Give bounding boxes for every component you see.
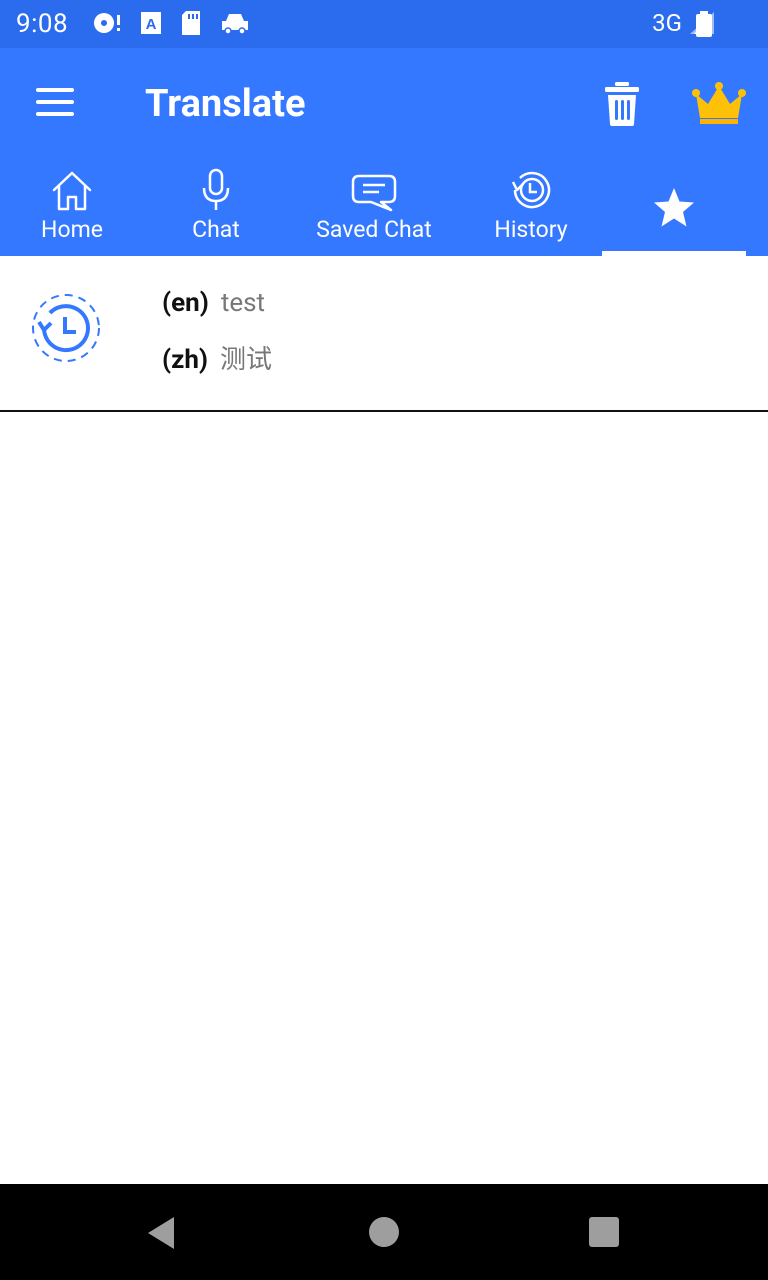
tab-label-saved-chat: Saved Chat xyxy=(316,216,432,243)
tab-chat[interactable]: Chat xyxy=(144,168,288,256)
home-icon xyxy=(52,171,92,211)
status-time: 9:08 xyxy=(16,9,69,39)
notification-icons: A xyxy=(92,10,250,36)
target-line: (zh) 测试 xyxy=(162,339,272,376)
tab-bar: Home Chat Saved Chat History xyxy=(0,168,768,256)
tab-saved-chat[interactable]: Saved Chat xyxy=(288,168,460,256)
menu-icon[interactable] xyxy=(36,88,76,118)
tab-history[interactable]: History xyxy=(460,168,602,256)
battery-icon xyxy=(696,11,712,37)
status-bar: 9:08 A 3G xyxy=(0,0,768,48)
tab-favorites[interactable] xyxy=(602,168,746,256)
tab-home[interactable]: Home xyxy=(0,168,144,256)
media-notification-icon xyxy=(94,13,120,33)
tab-label-chat: Chat xyxy=(192,216,240,243)
target-text: 测试 xyxy=(220,345,273,375)
favorites-list: (en) test (zh) 测试 xyxy=(0,256,768,1184)
back-icon[interactable] xyxy=(146,1216,176,1250)
home-nav-icon[interactable] xyxy=(369,1217,399,1247)
sd-card-icon xyxy=(182,11,200,35)
microphone-icon xyxy=(202,168,230,210)
network-type: 3G xyxy=(652,9,682,37)
history-clock-icon xyxy=(32,294,100,362)
crown-icon[interactable] xyxy=(692,82,746,124)
trash-icon[interactable] xyxy=(603,82,641,126)
star-icon xyxy=(654,188,694,227)
source-text: test xyxy=(220,288,266,318)
source-line: (en) test xyxy=(162,288,265,318)
recent-apps-icon[interactable] xyxy=(589,1217,619,1247)
tab-label-home: Home xyxy=(41,216,103,243)
text-a-icon: A xyxy=(141,12,161,34)
source-language-code: (en) xyxy=(162,288,209,318)
chat-bubble-icon xyxy=(351,174,397,212)
system-nav-bar xyxy=(0,1184,768,1280)
list-item[interactable]: (en) test (zh) 测试 xyxy=(0,256,768,412)
target-language-code: (zh) xyxy=(162,345,209,375)
history-icon xyxy=(511,171,551,209)
svg-text:A: A xyxy=(146,16,157,33)
tab-label-history: History xyxy=(494,216,568,243)
page-title: Translate xyxy=(145,82,306,126)
app-bar: Translate Home Chat Saved Chat History xyxy=(0,48,768,256)
car-icon xyxy=(222,14,248,35)
